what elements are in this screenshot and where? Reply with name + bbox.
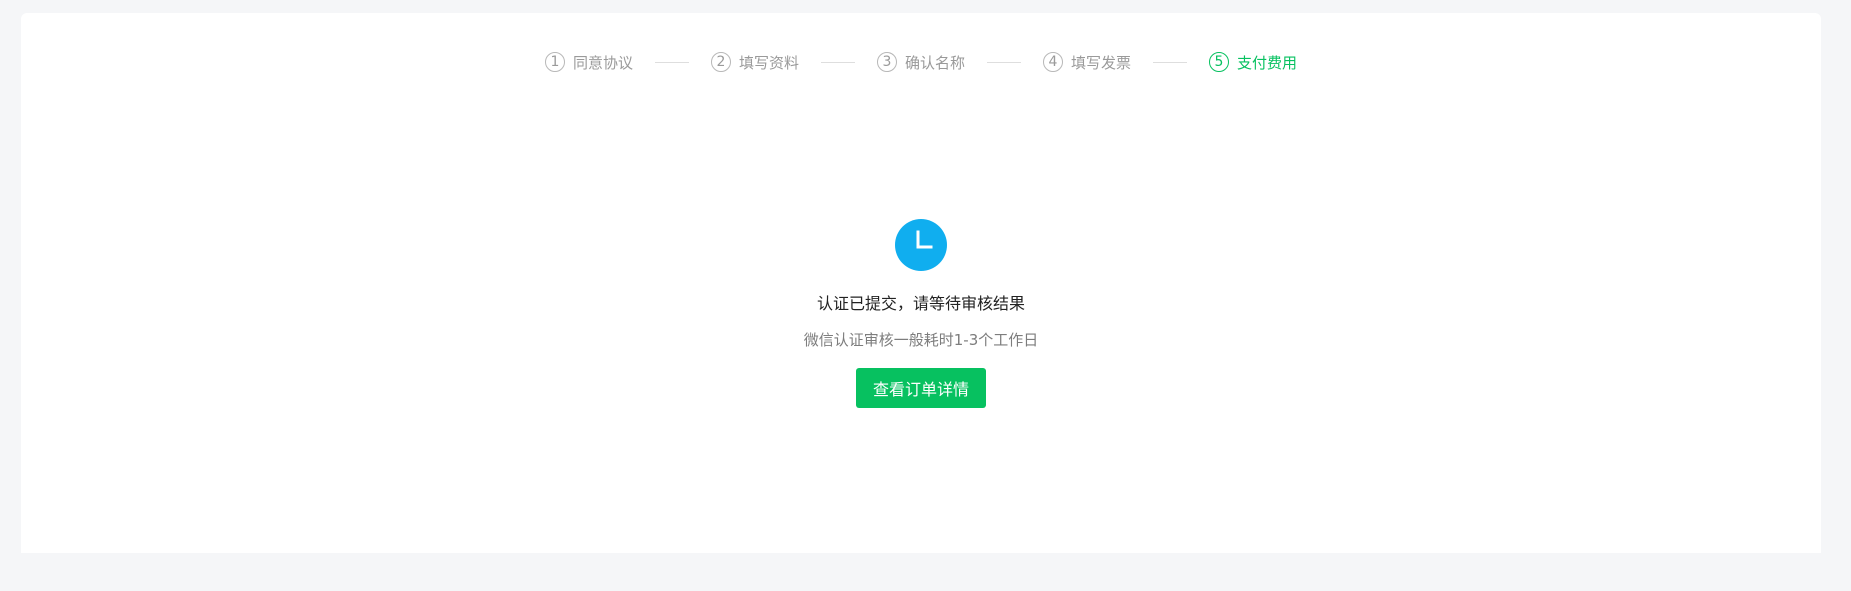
step-label: 确认名称 <box>904 53 965 72</box>
step-label: 支付费用 <box>1237 53 1298 72</box>
main-card: 1 同意协议 2 填写资料 3 确认名称 4 填写发票 5 支付费用 认证已提交… <box>21 13 1821 553</box>
step-confirm-name: 3 确认名称 <box>876 49 965 75</box>
step-number: 5 <box>1209 52 1230 72</box>
step-label: 同意协议 <box>572 53 633 72</box>
step-agree-protocol: 1 同意协议 <box>544 49 633 75</box>
step-number: 4 <box>1043 52 1063 72</box>
step-fill-invoice: 4 填写发票 <box>1043 49 1131 75</box>
step-label: 填写发票 <box>1071 53 1132 72</box>
step-divider <box>820 61 855 63</box>
step-divider <box>987 61 1021 63</box>
result-title: 认证已提交，请等待审核结果 <box>816 294 1025 313</box>
step-divider <box>1153 61 1188 63</box>
progress-steps: 1 同意协议 2 填写资料 3 确认名称 4 填写发票 5 支付费用 <box>21 49 1821 75</box>
clock-icon <box>895 219 947 271</box>
submission-result: 认证已提交，请等待审核结果 微信认证审核一般耗时1-3个工作日 查看订单详情 <box>21 219 1821 408</box>
step-number: 3 <box>876 52 897 72</box>
step-label: 填写资料 <box>738 53 799 72</box>
step-number: 1 <box>544 52 565 72</box>
step-number: 2 <box>710 52 731 72</box>
result-description: 微信认证审核一般耗时1-3个工作日 <box>803 331 1039 349</box>
step-divider <box>654 61 689 63</box>
step-fill-info: 2 填写资料 <box>710 49 799 75</box>
view-order-details-button[interactable]: 查看订单详情 <box>856 368 986 408</box>
clock-hands-icon <box>916 230 933 249</box>
step-pay-fee: 5 支付费用 <box>1209 49 1297 75</box>
